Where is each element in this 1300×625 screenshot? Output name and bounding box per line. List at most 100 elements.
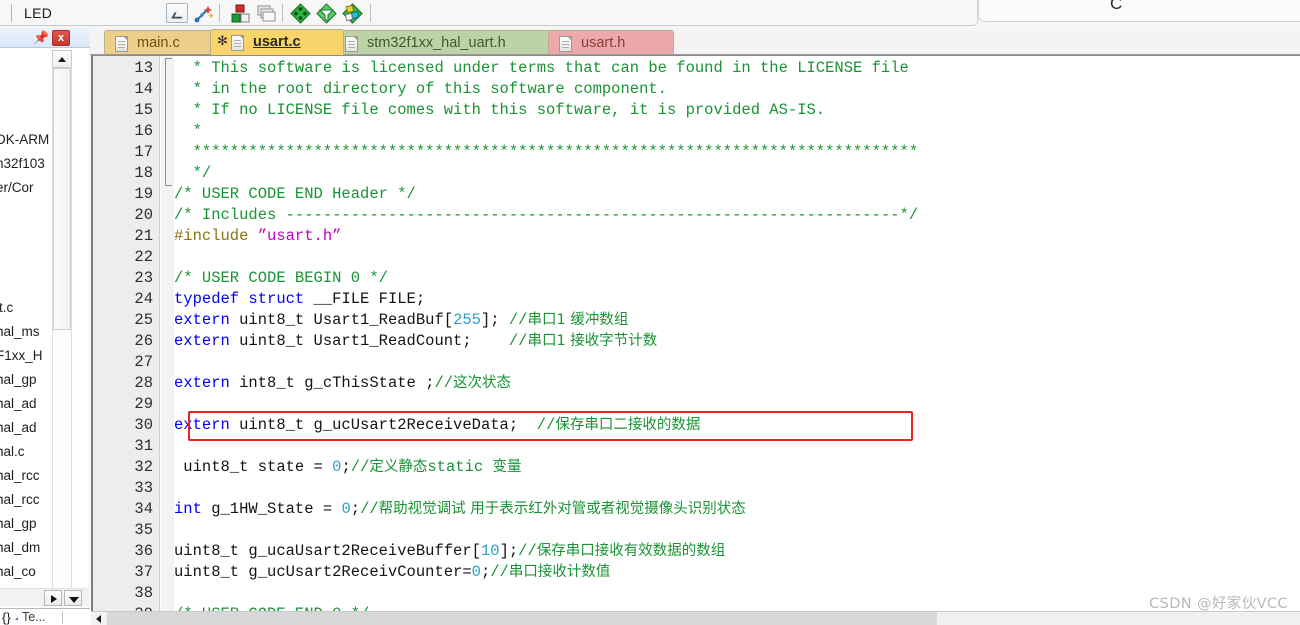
project-tree-item[interactable]: hal.c bbox=[0, 440, 25, 464]
project-tree-item-label: hal_dm bbox=[0, 540, 41, 555]
code-line[interactable]: extern uint8_t g_ucUsart2ReceiveData; //… bbox=[174, 415, 700, 436]
keil-uvision-window: LED C 📌 x DK-ARM n32f103 r/Cor .c hal_ms… bbox=[0, 0, 1300, 625]
editor-horizontal-scrollbar[interactable] bbox=[91, 611, 1300, 625]
line-number: 31 bbox=[134, 437, 153, 455]
code-token: 串口接收计数值 bbox=[508, 564, 611, 580]
project-tree-item[interactable]: hal_rcc bbox=[0, 488, 40, 512]
code-line[interactable]: uint8_t g_ucUsart2ReceivCounter=0;//串口接收… bbox=[174, 562, 610, 583]
code-line[interactable]: * bbox=[174, 121, 202, 142]
code-token: uint8_t g_ucUsart2ReceivCounter= bbox=[174, 563, 472, 581]
top-right-char: C bbox=[1110, 0, 1123, 13]
code-line[interactable]: * in the root directory of this software… bbox=[174, 79, 667, 100]
project-sidebar: 📌 x DK-ARM n32f103 er/Cor it.c hal_ms F1xx_Hh… bbox=[0, 28, 90, 625]
project-tree-item-label: it.c bbox=[0, 300, 14, 315]
sidebar-scroll-thumb[interactable] bbox=[53, 68, 71, 330]
code-line[interactable]: /* USER CODE END 0 */ bbox=[174, 604, 369, 611]
code-line[interactable]: int g_1HW_State = 0;//帮助视觉调试 用于表示红外对管或者视… bbox=[174, 499, 746, 520]
code-line[interactable]: ****************************************… bbox=[174, 142, 919, 163]
tab-usart-h[interactable]: usart.h bbox=[548, 30, 674, 55]
project-tree-item-label: DK-ARM bbox=[0, 132, 50, 147]
project-tree-item-label: hal_rcc bbox=[0, 468, 40, 483]
code-line[interactable]: /* Includes ----------------------------… bbox=[174, 205, 918, 226]
line-number: 14 bbox=[134, 80, 153, 98]
project-tree-item-label: hal_gp bbox=[0, 516, 37, 531]
project-tree-item[interactable]: it.c bbox=[0, 296, 13, 320]
code-token: /* Includes ----------------------------… bbox=[174, 206, 919, 224]
sidebar-caption-bar: 📌 x bbox=[0, 28, 90, 48]
line-number: 22 bbox=[134, 248, 153, 266]
project-tree-item[interactable]: hal_rcc bbox=[0, 464, 40, 488]
manage-run-time-env-icon[interactable] bbox=[342, 3, 363, 24]
code-line[interactable]: typedef struct __FILE FILE; bbox=[174, 289, 425, 310]
code-token: 10 bbox=[480, 542, 500, 560]
pin-icon[interactable]: 📌 bbox=[33, 30, 49, 45]
code-token: 帮助视觉调试 用于表示红外对管或者视觉摄像头识别状态 bbox=[378, 501, 746, 517]
tab-usart-c[interactable]: ✻ usart.c bbox=[210, 29, 344, 55]
project-tree-item[interactable]: DK-ARM bbox=[0, 128, 49, 152]
project-tree-item[interactable]: F1xx_H bbox=[0, 344, 43, 368]
code-line[interactable]: */ bbox=[174, 163, 212, 184]
fold-column[interactable] bbox=[161, 56, 174, 611]
code-line[interactable]: extern uint8_t Usart1_ReadCount; //串口1 接… bbox=[174, 331, 657, 352]
code-token: uint8_t g_ucUsart2ReceiveData; bbox=[229, 416, 537, 434]
line-number: 23 bbox=[134, 269, 153, 287]
tab-label: usart.c bbox=[253, 34, 301, 50]
code-line[interactable]: * If no LICENSE file comes with this sof… bbox=[174, 100, 826, 121]
scroll-up-arrow-icon[interactable] bbox=[52, 50, 72, 68]
code-token: // bbox=[360, 500, 379, 518]
code-token: #include bbox=[174, 227, 258, 245]
line-number: 21 bbox=[134, 227, 153, 245]
code-token: extern bbox=[174, 311, 230, 329]
line-number: 16 bbox=[134, 122, 153, 140]
code-line[interactable]: extern uint8_t Usart1_ReadBuf[255]; //串口… bbox=[174, 310, 628, 331]
code-text[interactable]: * This software is licensed under terms … bbox=[174, 56, 1300, 611]
project-tree-item[interactable]: hal_ms bbox=[0, 320, 40, 344]
project-tree-item[interactable]: er/Cor bbox=[0, 176, 34, 200]
toolbar: LED C bbox=[0, 0, 1300, 28]
scroll-right-arrow-icon[interactable] bbox=[44, 590, 62, 606]
line-number: 32 bbox=[134, 458, 153, 476]
code-line[interactable]: * This software is licensed under terms … bbox=[174, 58, 909, 79]
fold-bracket[interactable] bbox=[165, 58, 172, 186]
code-token: // bbox=[434, 374, 454, 392]
multi-project-icon[interactable] bbox=[256, 3, 277, 24]
line-number-gutter: 13 14 15 16 17 18 19 20 21 22 23 24 25 26 27 28 29 30 31 32… bbox=[93, 56, 160, 611]
sidebar-horizontal-scrollbar[interactable] bbox=[0, 588, 90, 606]
tab-label: main.c bbox=[137, 35, 180, 51]
code-token: 这次状态 bbox=[453, 375, 512, 391]
pack-installer-icon[interactable] bbox=[316, 3, 337, 24]
code-line[interactable]: /* USER CODE END Header */ bbox=[174, 184, 416, 205]
code-token: * If no LICENSE file comes with this sof… bbox=[174, 101, 826, 119]
code-pane[interactable]: 13 14 15 16 17 18 19 20 21 22 23 24 25 26 27 28 29 30 31 32… bbox=[91, 55, 1300, 611]
code-line[interactable]: uint8_t state = 0;//定义静态static 变量 bbox=[174, 457, 521, 478]
project-tree-item[interactable]: hal_ad bbox=[0, 392, 37, 416]
tab-stm32f1xx_hal_uart-h[interactable]: stm32f1xx_hal_uart.h bbox=[334, 30, 558, 55]
configuration-wizard-icon[interactable] bbox=[290, 3, 311, 24]
file-icon-lines bbox=[562, 41, 569, 42]
tab-main-c[interactable]: main.c bbox=[104, 30, 222, 55]
code-line[interactable]: uint8_t g_ucaUsart2ReceiveBuffer[10];//保… bbox=[174, 541, 725, 562]
scroll-dropdown-icon[interactable] bbox=[64, 590, 82, 606]
project-tree-item-label: hal.c bbox=[0, 444, 25, 459]
project-tree-item-label: hal_gp bbox=[0, 372, 37, 387]
project-tree-item[interactable]: n32f103 bbox=[0, 152, 45, 176]
line-number: 36 bbox=[134, 542, 153, 560]
chevron-down-icon[interactable] bbox=[166, 3, 188, 23]
project-tree-item[interactable]: hal_dm bbox=[0, 536, 40, 560]
code-line[interactable]: extern int8_t g_cThisState ;//这次状态 bbox=[174, 373, 511, 394]
code-line[interactable]: /* USER CODE BEGIN 0 */ bbox=[174, 268, 388, 289]
close-icon[interactable]: x bbox=[52, 30, 70, 46]
build-wizard-icon[interactable] bbox=[193, 3, 214, 24]
code-token: 定义静态 bbox=[369, 459, 428, 475]
project-tree-item[interactable]: hal_ad bbox=[0, 416, 37, 440]
project-tree-item[interactable]: hal_gp bbox=[0, 512, 37, 536]
code-line[interactable]: #include ”usart.h” bbox=[174, 226, 341, 247]
tab-label: usart.h bbox=[581, 35, 626, 51]
project-tree-item[interactable]: hal_gp bbox=[0, 368, 37, 392]
top-right-panel bbox=[978, 0, 1300, 22]
manage-components-icon[interactable] bbox=[230, 3, 251, 24]
editor-scroll-thumb[interactable] bbox=[107, 612, 937, 625]
scroll-left-arrow-icon[interactable] bbox=[91, 612, 106, 625]
project-tree-item[interactable]: hal_co bbox=[0, 560, 36, 584]
editor-tab-strip[interactable]: main.c ✻ usart.c stm32f1xx_hal_uart.h usart.… bbox=[90, 28, 1300, 55]
